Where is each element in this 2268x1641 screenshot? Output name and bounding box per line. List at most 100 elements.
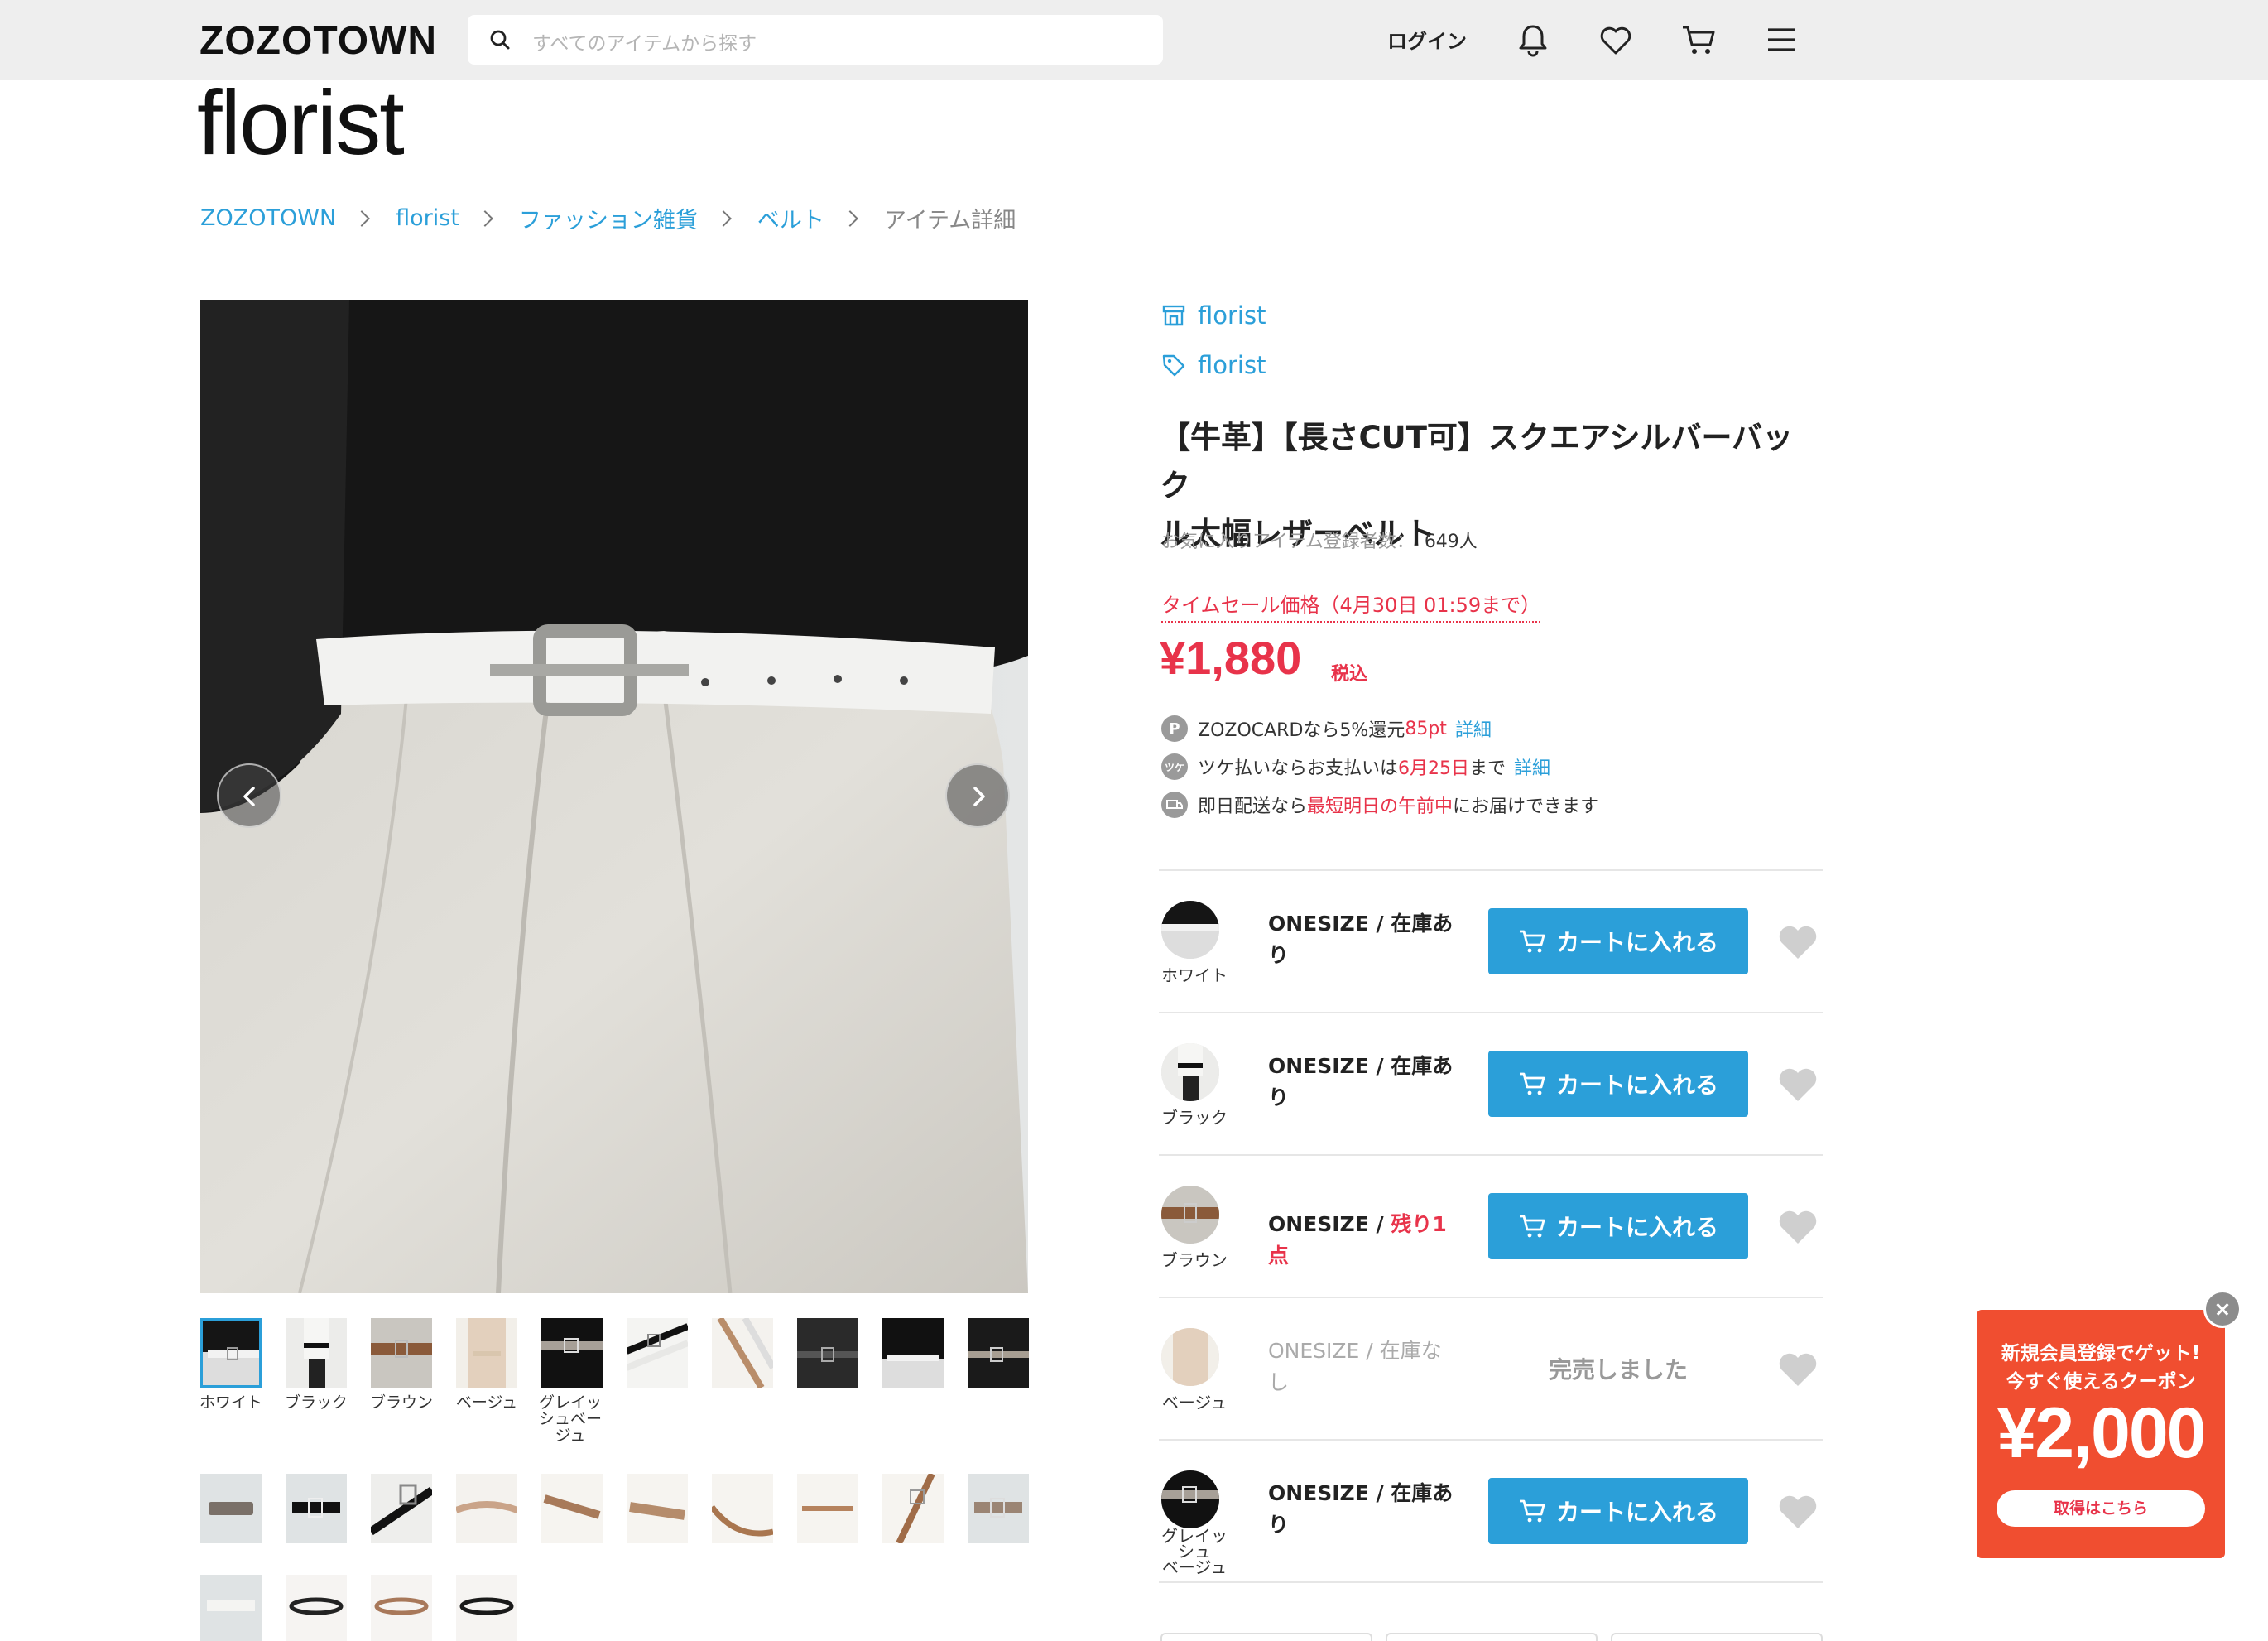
cart-icon xyxy=(1519,1215,1545,1238)
add-to-cart-button-brown[interactable]: カートに入れる xyxy=(1488,1193,1748,1259)
delivery-text2: にお届けできます xyxy=(1453,796,1599,817)
variant-thumb-brown xyxy=(1161,1186,1219,1244)
tsuke-detail-link[interactable]: 詳細 xyxy=(1514,753,1550,780)
thumbnail-19[interactable] xyxy=(882,1474,944,1543)
delivery-text: 即日配送なら xyxy=(1198,796,1308,817)
thumbnail-21[interactable] xyxy=(200,1575,262,1641)
thumbnail-24[interactable] xyxy=(456,1575,517,1641)
favorite-heart-icon[interactable] xyxy=(1776,1492,1819,1532)
heart-icon[interactable] xyxy=(1596,20,1636,60)
bottom-tab[interactable] xyxy=(1611,1633,1823,1641)
chevron-right-icon xyxy=(842,209,858,227)
thumbnail-label-black: ブラック xyxy=(284,1393,348,1412)
thumbnail-9[interactable] xyxy=(882,1318,944,1388)
thumbnail-white[interactable] xyxy=(200,1318,262,1388)
bell-icon[interactable] xyxy=(1513,20,1553,60)
breadcrumb-fashion-goods[interactable]: ファッション雑貨 xyxy=(519,202,698,234)
variant-thumb-black xyxy=(1161,1043,1219,1101)
next-image-button[interactable] xyxy=(945,763,1010,828)
thumbnail-14[interactable] xyxy=(456,1474,517,1543)
main-product-image[interactable] xyxy=(200,300,1028,1293)
breadcrumb-belt[interactable]: ベルト xyxy=(757,202,824,234)
points-icon: P xyxy=(1161,715,1188,742)
thumbnail-image xyxy=(286,1318,347,1388)
menu-icon[interactable] xyxy=(1761,20,1801,60)
thumbnail-13[interactable] xyxy=(371,1474,432,1543)
favorite-count-value: 649人 xyxy=(1424,532,1478,552)
thumbnail-20[interactable] xyxy=(968,1474,1029,1543)
points-detail-link[interactable]: 詳細 xyxy=(1455,715,1492,742)
zozotown-logo[interactable]: ZOZOTOWN xyxy=(199,18,437,64)
thumbnail-15[interactable] xyxy=(541,1474,603,1543)
time-sale-label: タイムセール価格（4月30日 01:59まで） xyxy=(1161,589,1541,623)
favorite-heart-icon[interactable] xyxy=(1776,922,1819,962)
divider xyxy=(1159,1154,1823,1156)
thumbnail-16[interactable] xyxy=(627,1474,688,1543)
thumbnail-18[interactable] xyxy=(797,1474,858,1543)
bottom-tab[interactable] xyxy=(1160,1633,1372,1641)
thumbnail-10[interactable] xyxy=(968,1318,1029,1388)
cart-icon xyxy=(1519,1072,1545,1095)
delivery-highlight: 最短明日の午前中 xyxy=(1307,796,1454,817)
thumbnail-grayish-beige[interactable] xyxy=(541,1318,603,1388)
favorite-heart-icon[interactable] xyxy=(1776,1350,1819,1389)
cart-icon[interactable] xyxy=(1679,20,1718,60)
thumbnail-black[interactable] xyxy=(286,1318,347,1388)
brand-link[interactable]: florist xyxy=(1161,351,1266,379)
coupon-get-button[interactable]: 取得はこちら xyxy=(1997,1490,2205,1527)
thumbnail-22[interactable] xyxy=(286,1575,347,1641)
tsuke-payment: ツケ ツケ払いならお支払いは 6月25日 まで 詳細 xyxy=(1161,753,1550,780)
thumbnail-label-brown: ブラウン xyxy=(369,1393,433,1412)
thumbnail-image xyxy=(456,1474,517,1543)
thumbnail-image xyxy=(968,1474,1029,1543)
thumbnail-image xyxy=(200,1575,262,1641)
variant-size-black: ONESIZE / 在庫あり xyxy=(1268,1054,1454,1109)
thumbnail-17[interactable] xyxy=(712,1474,773,1543)
coupon-banner[interactable]: 新規会員登録でゲット! 今すぐ使えるクーポン ¥2,000 取得はこちら xyxy=(1977,1310,2225,1558)
thumbnail-brown[interactable] xyxy=(371,1318,432,1388)
tsuke-icon: ツケ xyxy=(1161,753,1188,780)
thumbnail-image xyxy=(286,1474,347,1543)
thumbnail-6[interactable] xyxy=(627,1318,688,1388)
login-link[interactable]: ログイン xyxy=(1387,25,1467,54)
tsuke-text2: まで xyxy=(1469,758,1506,779)
variant-color-white: ホワイト xyxy=(1161,965,1228,985)
add-to-cart-button-white[interactable]: カートに入れる xyxy=(1488,908,1748,974)
price: ¥1,880 xyxy=(1160,632,1302,684)
thumbnail-12[interactable] xyxy=(286,1474,347,1543)
divider xyxy=(1159,1012,1823,1013)
tag-icon xyxy=(1162,354,1185,377)
add-to-cart-button-grayish-beige[interactable]: カートに入れる xyxy=(1488,1478,1748,1544)
chevron-right-icon xyxy=(353,209,371,227)
truck-icon xyxy=(1161,792,1188,818)
breadcrumb-zozotown[interactable]: ZOZOTOWN xyxy=(200,205,336,231)
thumbnail-image xyxy=(882,1474,944,1543)
variant-thumb-white xyxy=(1161,901,1219,959)
thumbnail-image xyxy=(541,1318,603,1388)
favorite-count-label: お気に入りアイテム登録者数： xyxy=(1161,532,1415,552)
thumbnail-beige[interactable] xyxy=(456,1318,517,1388)
thumbnail-image xyxy=(797,1318,858,1388)
favorite-heart-icon[interactable] xyxy=(1776,1065,1819,1104)
favorite-heart-icon[interactable] xyxy=(1776,1207,1819,1247)
thumbnail-7[interactable] xyxy=(712,1318,773,1388)
search-input[interactable]: すべてのアイテムから探す xyxy=(468,15,1163,65)
thumbnail-label-white: ホワイト xyxy=(199,1393,262,1412)
breadcrumb-florist[interactable]: florist xyxy=(396,205,459,231)
close-icon[interactable] xyxy=(2203,1290,2242,1328)
bottom-tab[interactable] xyxy=(1386,1633,1598,1641)
divider xyxy=(1159,1581,1823,1583)
prev-image-button[interactable] xyxy=(217,763,281,828)
brand-logo[interactable]: florist xyxy=(197,70,405,176)
add-to-cart-button-black[interactable]: カートに入れる xyxy=(1488,1051,1748,1117)
shop-link[interactable]: florist xyxy=(1161,301,1266,330)
thumbnail-23[interactable] xyxy=(371,1575,432,1641)
thumbnail-11[interactable] xyxy=(200,1474,262,1543)
site-header: ZOZOTOWN すべてのアイテムから探す ログイン xyxy=(0,0,2268,80)
cart-icon xyxy=(1519,930,1545,953)
thumbnail-label-beige: ベージュ xyxy=(455,1393,518,1412)
variant-color-grayish-beige: グレイッシュ ベージュ xyxy=(1161,1526,1228,1577)
favorite-count: お気に入りアイテム登録者数： 649人 xyxy=(1161,527,1478,553)
thumbnail-8[interactable] xyxy=(797,1318,858,1388)
divider xyxy=(1159,1297,1823,1298)
